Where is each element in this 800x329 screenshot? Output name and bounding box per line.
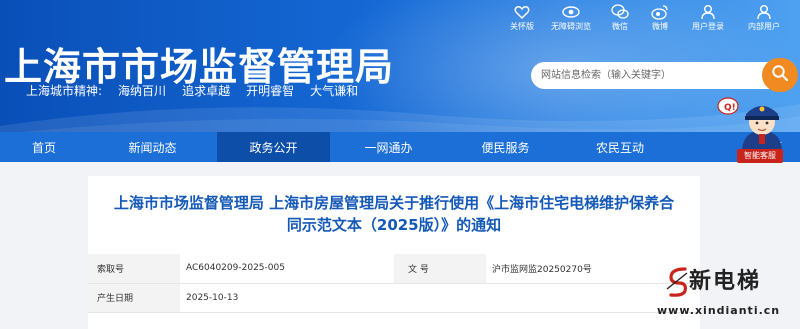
meta-index-value: AC6040209-2025-005 [180, 254, 394, 284]
user-login-link[interactable]: 用户登录 [680, 2, 736, 36]
main-nav: 首页 新闻动态 政务公开 一网通办 便民服务 农民互动 专题 [0, 132, 800, 162]
nav-interaction[interactable]: 农民互动 [564, 132, 676, 162]
meta-empty-cell [394, 283, 486, 313]
user-icon [756, 2, 772, 22]
search-button[interactable] [762, 58, 798, 92]
article-panel: 上海市市场监督管理局 上海市房屋管理局关于推行使用《上海市住宅电梯维护保养合 同… [88, 176, 700, 329]
article-title-line: 同示范文本（2025版）》的通知 [286, 216, 502, 234]
nav-one-stop-service[interactable]: 一网通办 [330, 132, 447, 162]
city-spirit-item: 追求卓越 [182, 84, 231, 98]
watermark: 新电梯 www.xindianti.cn [655, 263, 800, 329]
svg-text:Q!: Q! [724, 103, 736, 113]
article-title: 上海市市场监督管理局 上海市房屋管理局关于推行使用《上海市住宅电梯维护保养合 同… [88, 192, 700, 236]
table-row: 产生日期 2025-10-13 [88, 283, 700, 313]
watermark-url: www.xindianti.cn [657, 304, 781, 317]
meta-docno-label: 文 号 [394, 254, 486, 284]
user-login-label: 用户登录 [692, 22, 724, 31]
site-search-box [531, 62, 797, 89]
care-version-link[interactable]: 关怀版 [502, 2, 542, 36]
internal-user-label: 内部用户 [748, 22, 780, 31]
city-spirit-item: 开明睿智 [246, 84, 295, 98]
eye-icon [562, 2, 580, 22]
table-row: 索取号 AC6040209-2025-005 文 号 沪市监网监20250270… [88, 254, 700, 284]
nav-government-affairs[interactable]: 政务公开 [217, 132, 330, 162]
user-icon [700, 2, 716, 22]
nav-news[interactable]: 新闻动态 [88, 132, 217, 162]
accessibility-link[interactable]: 无障碍浏览 [542, 2, 600, 36]
nav-public-service[interactable]: 便民服务 [447, 132, 564, 162]
city-spirit-label: 上海城市精神: [26, 84, 103, 98]
article-title-line: 上海市市场监督管理局 上海市房屋管理局关于推行使用《上海市住宅电梯维护保养合 [113, 194, 675, 212]
wechat-link[interactable]: 微信 [600, 2, 640, 36]
weibo-link[interactable]: 微博 [640, 2, 680, 36]
city-spirit-item: 海纳百川 [118, 84, 167, 98]
search-input[interactable] [541, 67, 756, 84]
city-spirit: 上海城市精神: 海纳百川 追求卓越 开明睿智 大气谦和 [26, 82, 358, 100]
weibo-label: 微博 [652, 22, 668, 31]
wechat-icon [611, 2, 629, 22]
accessibility-label: 无障碍浏览 [551, 22, 591, 31]
meta-index-label: 索取号 [88, 254, 180, 284]
city-spirit-item: 大气谦和 [310, 84, 359, 98]
assistant-label[interactable]: 智能客服 [737, 149, 783, 163]
elevator-logo-icon [666, 267, 688, 297]
meta-date-value: 2025-10-13 [180, 283, 394, 313]
internal-user-link[interactable]: 内部用户 [736, 2, 792, 36]
wechat-label: 微信 [612, 22, 628, 31]
heart-hands-icon [514, 2, 530, 22]
top-links: 关怀版 无障碍浏览 微信 微博 用户登录 内部用户 [502, 2, 792, 36]
document-meta-table: 索取号 AC6040209-2025-005 文 号 沪市监网监20250270… [88, 254, 700, 313]
search-icon [771, 64, 789, 86]
meta-date-label: 产生日期 [88, 283, 180, 313]
nav-home[interactable]: 首页 [0, 132, 88, 162]
care-version-label: 关怀版 [510, 22, 534, 31]
weibo-icon [651, 2, 669, 22]
watermark-brand: 新电梯 [689, 269, 762, 294]
